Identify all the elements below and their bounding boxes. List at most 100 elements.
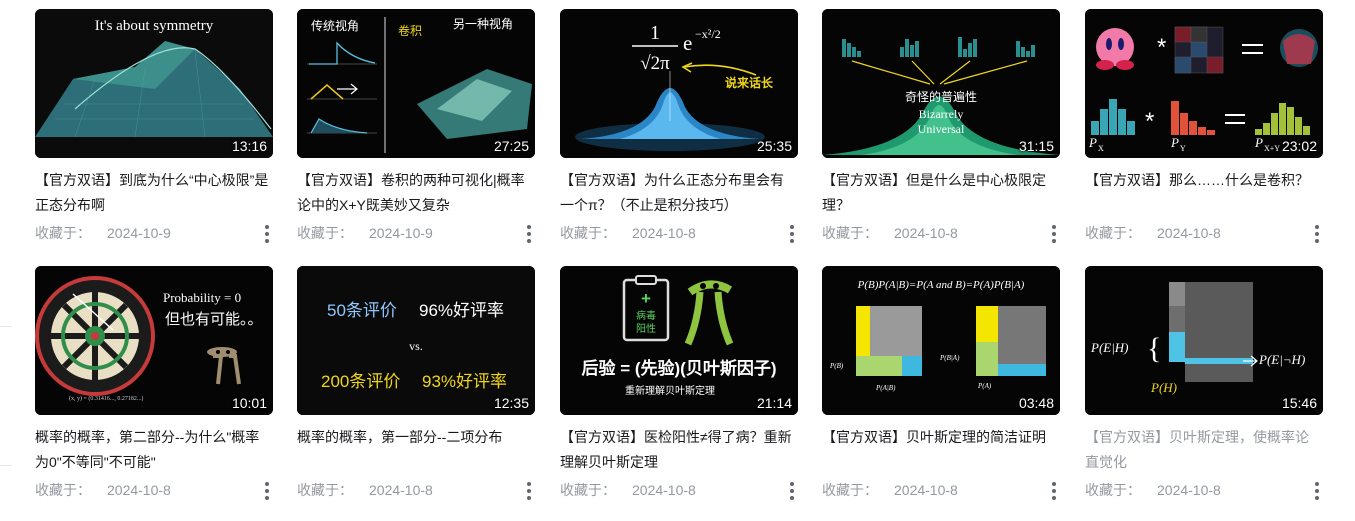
thumbnail-image: Probability = 0 但也有可能。。 (x, y) = (0.3141…	[35, 266, 273, 415]
more-options-icon[interactable]	[1046, 224, 1062, 244]
thumb-text: P	[1170, 135, 1179, 150]
edge-divider	[0, 465, 12, 466]
thumbnail-image: * * P X P Y P X+Y	[1085, 9, 1323, 158]
thumb-text: X	[1098, 144, 1104, 153]
thumb-text: It's about symmetry	[95, 18, 214, 34]
thumb-text: 病毒	[636, 309, 656, 322]
thumb-text: P(A)	[977, 382, 992, 390]
video-title[interactable]: 【官方双语】那么……什么是卷积？	[1085, 168, 1323, 218]
thumb-text: vs.	[409, 339, 423, 353]
video-card[interactable]: * * P X P Y P X+Y 23:02 【官方双语】那么……什么是卷积？…	[1085, 9, 1323, 243]
more-options-icon[interactable]	[784, 224, 800, 244]
thumb-text: 重新理解贝叶斯定理	[625, 384, 715, 397]
video-duration: 21:14	[756, 395, 792, 411]
saved-label: 收藏于：	[35, 225, 91, 241]
thumbnail-image: 50条评价 96%好评率 vs. 200条评价 93%好评率	[297, 266, 535, 415]
video-thumbnail[interactable]: It's about symmetry 13:16	[35, 9, 273, 158]
video-card[interactable]: Probability = 0 但也有可能。。 (x, y) = (0.3141…	[35, 266, 273, 500]
video-card[interactable]: 奇怪的普遍性 Bizarrely Universal 31:15 【官方双语】但…	[822, 9, 1060, 243]
thumb-text: P(A|B)	[875, 384, 896, 392]
video-card[interactable]: + 病毒 阳性 后验 = (先验)(贝叶斯因子) 重新理解贝叶斯定理 21:14…	[560, 266, 798, 500]
video-thumbnail[interactable]: P(B)P(A|B)=P(A and B)=P(A)P(B|A) P(B) P(…	[822, 266, 1060, 415]
thumb-text: −x²/2	[695, 27, 721, 41]
video-meta: 收藏于： 2024-10-9	[35, 223, 273, 243]
video-meta: 收藏于： 2024-10-9	[297, 223, 535, 243]
saved-date: 2024-10-8	[894, 225, 958, 241]
thumb-text: P(E|¬H)	[1258, 352, 1305, 367]
more-options-icon[interactable]	[1309, 224, 1325, 244]
video-thumbnail[interactable]: 奇怪的普遍性 Bizarrely Universal 31:15	[822, 9, 1060, 158]
video-title[interactable]: 【官方双语】为什么正态分布里会有一个π？（不止是积分技巧）	[560, 168, 798, 218]
thumb-text: X+Y	[1264, 144, 1280, 153]
thumb-text: 50条评价	[327, 301, 397, 320]
video-card[interactable]: P(E|H) P(E|¬H) P(H) { 15:46 【官方双语】贝叶斯定理，…	[1085, 266, 1323, 500]
thumb-text: P(E|H)	[1090, 340, 1129, 355]
saved-label: 收藏于：	[560, 482, 616, 498]
video-card[interactable]: 50条评价 96%好评率 vs. 200条评价 93%好评率 12:35 概率的…	[297, 266, 535, 500]
video-duration: 12:35	[493, 395, 529, 411]
thumbnail-image: P(E|H) P(E|¬H) P(H) {	[1085, 266, 1323, 415]
video-duration: 27:25	[493, 138, 529, 154]
thumb-text: (x, y) = (0.31416..., 0.27182...)	[69, 395, 143, 402]
thumbnail-image: 传统视角 卷积 另一种视角	[297, 9, 535, 158]
more-options-icon[interactable]	[1046, 481, 1062, 501]
more-options-icon[interactable]	[259, 481, 275, 501]
thumb-text: 另一种视角	[453, 16, 513, 31]
video-duration: 31:15	[1018, 138, 1054, 154]
video-thumbnail[interactable]: 1 √2π e −x²/2 说来话长 25:35	[560, 9, 798, 158]
saved-date: 2024-10-8	[894, 482, 958, 498]
thumb-text: 阳性	[636, 322, 656, 335]
thumb-text: Universal	[918, 122, 965, 136]
thumb-text: 200条评价	[321, 372, 400, 391]
video-meta: 收藏于： 2024-10-8	[560, 480, 798, 500]
video-thumbnail[interactable]: 传统视角 卷积 另一种视角 27:25	[297, 9, 535, 158]
video-meta: 收藏于： 2024-10-8	[35, 480, 273, 500]
video-thumbnail[interactable]: Probability = 0 但也有可能。。 (x, y) = (0.3141…	[35, 266, 273, 415]
saved-date: 2024-10-9	[107, 225, 171, 241]
video-meta: 收藏于： 2024-10-8	[297, 480, 535, 500]
video-thumbnail[interactable]: 50条评价 96%好评率 vs. 200条评价 93%好评率 12:35	[297, 266, 535, 415]
thumb-text: 卷积	[398, 23, 422, 38]
edge-divider	[0, 326, 12, 327]
video-title[interactable]: 【官方双语】贝叶斯定理的简洁证明	[822, 425, 1060, 475]
thumb-text: P	[1088, 135, 1097, 150]
saved-label: 收藏于：	[560, 225, 616, 241]
video-thumbnail[interactable]: * * P X P Y P X+Y 23:02	[1085, 9, 1323, 158]
video-title[interactable]: 概率的概率，第二部分--为什么"概率为0"不等同"不可能"	[35, 425, 273, 475]
thumb-text: √2π	[640, 53, 670, 74]
thumbnail-image: P(B)P(A|B)=P(A and B)=P(A)P(B|A) P(B) P(…	[822, 266, 1060, 415]
video-card[interactable]: 传统视角 卷积 另一种视角 27:25 【官方双语】卷积的两种可视化|概率论中的…	[297, 9, 535, 243]
svg-text:{: {	[1147, 332, 1161, 365]
thumbnail-image: + 病毒 阳性 后验 = (先验)(贝叶斯因子) 重新理解贝叶斯定理	[560, 266, 798, 415]
video-title[interactable]: 【官方双语】但是什么是中心极限定理？	[822, 168, 1060, 218]
video-title[interactable]: 概率的概率，第一部分--二项分布	[297, 425, 535, 475]
saved-label: 收藏于：	[297, 225, 353, 241]
thumbnail-image: 奇怪的普遍性 Bizarrely Universal	[822, 9, 1060, 158]
video-card[interactable]: It's about symmetry 13:16 【官方双语】到底为什么“中心…	[35, 9, 273, 243]
more-options-icon[interactable]	[521, 224, 537, 244]
video-meta: 收藏于： 2024-10-8	[1085, 223, 1323, 243]
thumb-text: P(B)	[829, 362, 844, 370]
video-meta: 收藏于： 2024-10-8	[822, 223, 1060, 243]
more-options-icon[interactable]	[259, 224, 275, 244]
saved-date: 2024-10-8	[632, 225, 696, 241]
video-thumbnail[interactable]: P(E|H) P(E|¬H) P(H) { 15:46	[1085, 266, 1323, 415]
thumbnail-image: 1 √2π e −x²/2 说来话长	[560, 9, 798, 158]
thumb-text: 但也有可能。。	[165, 311, 263, 328]
more-options-icon[interactable]	[521, 481, 537, 501]
video-title[interactable]: 【官方双语】卷积的两种可视化|概率论中的X+Y既美妙又复杂	[297, 168, 535, 218]
video-card[interactable]: P(B)P(A|B)=P(A and B)=P(A)P(B|A) P(B) P(…	[822, 266, 1060, 500]
video-title[interactable]: 【官方双语】到底为什么“中心极限”是正态分布啊	[35, 168, 273, 218]
video-meta: 收藏于： 2024-10-8	[822, 480, 1060, 500]
video-thumbnail[interactable]: + 病毒 阳性 后验 = (先验)(贝叶斯因子) 重新理解贝叶斯定理 21:14	[560, 266, 798, 415]
thumb-text: Bizarrely	[919, 107, 964, 121]
video-title[interactable]: 【官方双语】医检阳性≠得了病？重新理解贝叶斯定理	[560, 425, 798, 475]
video-duration: 15:46	[1281, 395, 1317, 411]
video-card[interactable]: 1 √2π e −x²/2 说来话长 25:35 【官方双语】为什么正态分布里会…	[560, 9, 798, 243]
more-options-icon[interactable]	[1309, 481, 1325, 501]
saved-date: 2024-10-8	[1157, 225, 1221, 241]
svg-text:*: *	[1157, 34, 1166, 61]
more-options-icon[interactable]	[784, 481, 800, 501]
thumb-text: 93%好评率	[422, 372, 507, 391]
video-title[interactable]: 【官方双语】贝叶斯定理，使概率论直觉化	[1085, 425, 1323, 475]
